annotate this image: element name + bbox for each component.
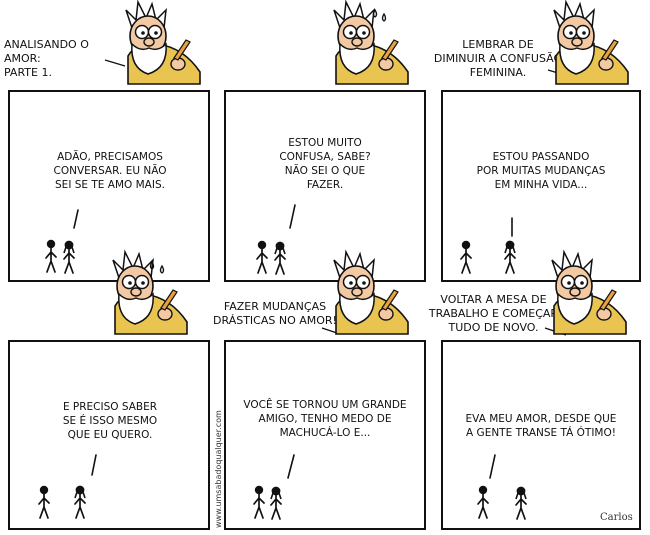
artist-signature: Carlos	[600, 512, 633, 523]
god-figure-1	[125, 1, 201, 85]
god-figure-5	[333, 251, 409, 335]
comic-strip: ANALISANDO O AMOR: PARTE 1. ADÃO, PRECIS…	[0, 0, 650, 535]
god-figure-2	[333, 1, 409, 85]
god-characters	[112, 1, 629, 335]
god-figure-3	[553, 1, 629, 85]
website-credit: www.umsabadoqualquer.com	[214, 410, 223, 528]
god-figure-4	[112, 251, 188, 335]
god-figure-6	[551, 251, 627, 335]
